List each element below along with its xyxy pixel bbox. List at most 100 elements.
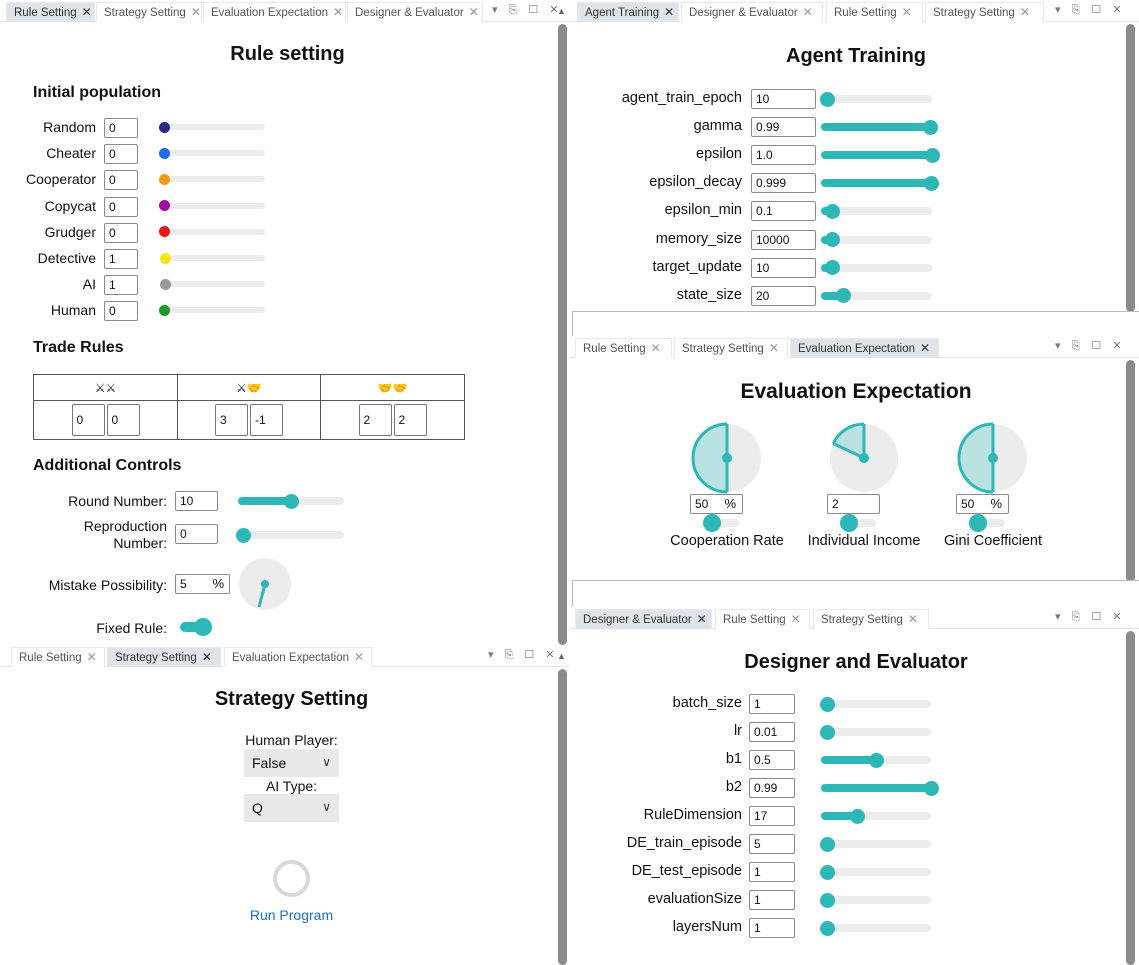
slider-knob[interactable]	[923, 119, 939, 135]
close-icon[interactable]: ✕	[202, 650, 212, 664]
slider-knob[interactable]	[158, 226, 170, 238]
param-slider[interactable]	[821, 780, 939, 796]
tab-strategy-setting[interactable]: Strategy Setting ✕	[674, 338, 788, 358]
param-slider[interactable]	[819, 892, 931, 908]
population-input[interactable]: 0	[104, 118, 138, 138]
close-icon[interactable]: ✕	[333, 5, 343, 19]
population-input[interactable]: 1	[104, 249, 138, 269]
scrollbar[interactable]	[1126, 631, 1135, 965]
tab-rule-setting[interactable]: Rule Setting ✕	[826, 2, 923, 22]
slider-knob[interactable]	[819, 696, 835, 712]
slider-knob[interactable]	[849, 808, 865, 824]
slider-knob[interactable]	[924, 147, 940, 163]
tab-strategy-setting[interactable]: Strategy Setting ✕	[96, 2, 202, 22]
param-input[interactable]: 1.0	[751, 145, 816, 166]
param-input[interactable]: 5	[749, 834, 795, 854]
tab-designer-evaluator[interactable]: Designer & Evaluator ✕	[575, 609, 712, 629]
slider-knob[interactable]	[159, 252, 171, 264]
slider-knob[interactable]	[824, 203, 840, 219]
param-slider[interactable]	[819, 724, 931, 740]
metric-dial[interactable]	[691, 422, 763, 494]
population-input[interactable]: 0	[104, 144, 138, 165]
param-slider[interactable]	[819, 91, 932, 107]
param-input[interactable]: 0.99	[751, 117, 816, 138]
param-slider[interactable]	[821, 119, 939, 135]
window-controls[interactable]: ▾ ⎘ ☐ ✕	[492, 3, 563, 17]
slider-knob[interactable]	[924, 175, 940, 191]
slider-knob[interactable]	[819, 864, 835, 880]
tab-designer-evaluator[interactable]: Designer & Evaluator ✕	[347, 2, 483, 22]
metric-toggle[interactable]	[703, 514, 739, 532]
close-icon[interactable]: ✕	[1020, 5, 1030, 19]
run-program-link[interactable]: Run Program	[0, 907, 570, 923]
close-icon[interactable]: ✕	[651, 341, 661, 355]
close-icon[interactable]: ✕	[87, 650, 97, 664]
slider-knob[interactable]	[819, 920, 835, 936]
slider-knob[interactable]	[824, 232, 840, 247]
slider-knob[interactable]	[159, 278, 171, 290]
param-input[interactable]: 10000	[751, 229, 816, 250]
human-player-select[interactable]: False ∨	[244, 749, 339, 777]
population-slider[interactable]	[158, 147, 265, 159]
slider-knob[interactable]	[819, 724, 835, 740]
param-slider[interactable]	[821, 260, 932, 276]
trade-input[interactable]: 2	[393, 404, 427, 436]
metric-input[interactable]: 50%	[956, 494, 1009, 514]
population-input[interactable]: 0	[104, 222, 138, 243]
param-input[interactable]: 1	[749, 694, 795, 714]
param-slider[interactable]	[821, 808, 931, 824]
mistake-input[interactable]: 5%	[175, 574, 230, 594]
window-controls[interactable]: ▾ ⎘ ☐ ✕	[1055, 339, 1126, 353]
slider-knob[interactable]	[835, 288, 851, 304]
close-icon[interactable]: ✕	[191, 5, 201, 19]
close-icon[interactable]: ✕	[664, 5, 674, 19]
tab-agent-training[interactable]: Agent Training ✕	[577, 2, 679, 22]
param-input[interactable]: 0.99	[749, 778, 795, 798]
slider-knob[interactable]	[819, 892, 835, 908]
param-input[interactable]: 1	[749, 918, 795, 938]
metric-toggle[interactable]	[969, 514, 1005, 532]
param-slider[interactable]	[820, 836, 931, 852]
tab-strategy-setting[interactable]: Strategy Setting ✕	[925, 2, 1044, 22]
trade-input[interactable]: 3	[215, 404, 248, 436]
round-number-input[interactable]: 10	[175, 491, 218, 511]
population-slider[interactable]	[158, 304, 265, 316]
close-icon[interactable]: ✕	[920, 341, 930, 355]
population-slider[interactable]	[158, 121, 265, 133]
slider-knob[interactable]	[283, 493, 299, 509]
close-icon[interactable]: ✕	[697, 612, 707, 626]
param-input[interactable]: 1	[749, 862, 795, 882]
param-slider[interactable]	[821, 147, 940, 163]
param-input[interactable]: 0.5	[749, 750, 795, 770]
slider-knob[interactable]	[158, 147, 170, 159]
slider-knob[interactable]	[158, 173, 170, 185]
param-slider[interactable]	[821, 288, 932, 304]
close-icon[interactable]: ✕	[769, 341, 779, 355]
population-input[interactable]: 0	[104, 196, 138, 217]
slider-knob[interactable]	[868, 752, 884, 768]
tab-evaluation-expectation[interactable]: Evaluation Expectation ✕	[203, 2, 346, 22]
fixed-rule-toggle[interactable]	[180, 618, 212, 636]
param-input[interactable]: 0.1	[751, 201, 816, 222]
population-slider[interactable]	[158, 173, 265, 185]
round-number-slider[interactable]	[238, 493, 344, 509]
slider-knob[interactable]	[923, 780, 939, 796]
close-icon[interactable]: ✕	[354, 650, 364, 664]
slider-knob[interactable]	[158, 304, 170, 316]
reproduction-input[interactable]: 0	[175, 524, 218, 544]
close-icon[interactable]: ✕	[803, 5, 813, 19]
slider-knob[interactable]	[819, 91, 835, 107]
reproduction-slider[interactable]	[235, 527, 344, 543]
param-input[interactable]: 17	[749, 806, 795, 826]
population-input[interactable]: 0	[104, 170, 138, 191]
slider-knob[interactable]	[820, 836, 836, 852]
mistake-dial[interactable]	[239, 558, 291, 610]
tab-rule-setting[interactable]: Rule Setting ✕	[6, 2, 95, 22]
param-slider[interactable]	[821, 752, 931, 768]
tab-evaluation-expectation[interactable]: Evaluation Expectation ✕	[224, 647, 372, 667]
slider-knob[interactable]	[235, 527, 251, 543]
param-input[interactable]: 1	[749, 890, 795, 910]
close-icon[interactable]: ✕	[908, 612, 918, 626]
slider-knob[interactable]	[824, 260, 840, 276]
close-icon[interactable]: ✕	[902, 5, 912, 19]
